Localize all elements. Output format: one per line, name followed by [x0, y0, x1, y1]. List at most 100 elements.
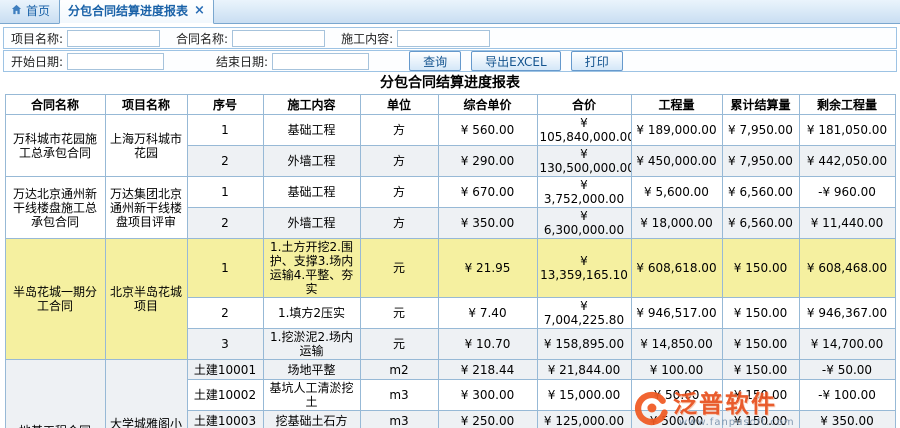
quantity-cell: ¥ 946,517.00: [631, 298, 722, 329]
report-table: 合同名称 项目名称 序号 施工内容 单位 综合单价 合价 工程量 累计结算量 剩…: [5, 94, 896, 428]
content-cell: 1.填方2压实: [263, 298, 360, 329]
contract-name-label: 合同名称:: [176, 30, 228, 47]
end-date-input[interactable]: [272, 53, 369, 70]
table-row[interactable]: 万达北京通州新干线楼盘施工总承包合同 万达集团北京通州新干线楼盘项目评审 1 基…: [5, 177, 895, 208]
table-row-selected[interactable]: 半岛花城一期分工合同 北京半岛花城项目 1 1.土方开挖2.围护、支撑3.场内运…: [5, 239, 895, 298]
quantity-cell: ¥ 18,000.00: [631, 208, 722, 239]
col-unit-price: 综合单价: [438, 95, 537, 115]
remaining-cell: ¥ 14,700.00: [799, 329, 895, 360]
seq-cell: 2: [187, 298, 263, 329]
unit-price-cell: ¥ 560.00: [438, 115, 537, 146]
settled-cell: ¥ 150.00: [722, 380, 799, 411]
quantity-cell: ¥ 189,000.00: [631, 115, 722, 146]
total-cell: ¥ 13,359,165.10: [537, 239, 631, 298]
unit-cell: 元: [360, 329, 438, 360]
project-cell: 上海万科城市花园: [105, 115, 187, 177]
project-cell: 大学城雅阁小区: [105, 360, 187, 428]
contract-cell: 地基工程合同: [5, 360, 105, 428]
unit-cell: m3: [360, 411, 438, 428]
seq-cell: 3: [187, 329, 263, 360]
remaining-cell: ¥ 608,468.00: [799, 239, 895, 298]
quantity-cell: ¥ 450,000.00: [631, 146, 722, 177]
total-cell: ¥ 130,500,000.00: [537, 146, 631, 177]
col-quantity: 工程量: [631, 95, 722, 115]
tab-report[interactable]: 分包合同结算进度报表 ×: [59, 0, 214, 24]
remaining-cell: ¥ 11,440.00: [799, 208, 895, 239]
unit-price-cell: ¥ 21.95: [438, 239, 537, 298]
col-settled: 累计结算量: [722, 95, 799, 115]
project-name-input[interactable]: [67, 30, 160, 47]
total-cell: ¥ 7,004,225.80: [537, 298, 631, 329]
end-date-label: 结束日期:: [216, 53, 268, 70]
total-cell: ¥ 3,752,000.00: [537, 177, 631, 208]
quantity-cell: ¥ 14,850.00: [631, 329, 722, 360]
table-row[interactable]: 地基工程合同 大学城雅阁小区 土建10001 场地平整 m2 ¥ 218.44 …: [5, 360, 895, 380]
unit-cell: m2: [360, 360, 438, 380]
unit-cell: 方: [360, 115, 438, 146]
print-button[interactable]: 打印: [571, 51, 623, 71]
content-panel: 项目名称: 合同名称: 施工内容: 开始日期: 结束日期: 查询: [0, 24, 900, 428]
unit-cell: 元: [360, 298, 438, 329]
seq-cell: 1: [187, 177, 263, 208]
tab-home[interactable]: 首页: [5, 0, 59, 23]
construction-content-label: 施工内容:: [341, 30, 393, 47]
seq-cell: 2: [187, 208, 263, 239]
filter-row-1: 项目名称: 合同名称: 施工内容:: [3, 27, 897, 49]
project-name-label: 项目名称:: [11, 30, 63, 47]
tab-home-label: 首页: [26, 2, 50, 19]
contract-cell: 万达北京通州新干线楼盘施工总承包合同: [5, 177, 105, 239]
content-cell: 基础工程: [263, 115, 360, 146]
content-cell: 外墙工程: [263, 208, 360, 239]
seq-cell: 土建10002: [187, 380, 263, 411]
settled-cell: ¥ 6,560.00: [722, 177, 799, 208]
close-icon[interactable]: ×: [194, 5, 205, 17]
tab-report-label: 分包合同结算进度报表: [68, 2, 188, 19]
contract-name-input[interactable]: [232, 30, 325, 47]
query-button[interactable]: 查询: [409, 51, 461, 71]
col-total: 合价: [537, 95, 631, 115]
remaining-cell: -¥ 960.00: [799, 177, 895, 208]
start-date-input[interactable]: [67, 53, 164, 70]
app-window: 首页 分包合同结算进度报表 × 项目名称: 合同名称: 施工内容: 开始日期:: [0, 0, 900, 428]
construction-content-input[interactable]: [397, 30, 490, 47]
settled-cell: ¥ 150.00: [722, 329, 799, 360]
filter-buttons: 查询 导出EXCEL 打印: [409, 51, 623, 71]
construction-content-field: 施工内容:: [341, 30, 490, 47]
seq-cell: 1: [187, 239, 263, 298]
tab-bar: 首页 分包合同结算进度报表 ×: [0, 0, 900, 24]
content-cell: 挖基础土石方: [263, 411, 360, 428]
total-cell: ¥ 158,895.00: [537, 329, 631, 360]
total-cell: ¥ 6,300,000.00: [537, 208, 631, 239]
unit-price-cell: ¥ 10.70: [438, 329, 537, 360]
total-cell: ¥ 21,844.00: [537, 360, 631, 380]
content-cell: 场地平整: [263, 360, 360, 380]
project-cell: 北京半岛花城项目: [105, 239, 187, 360]
remaining-cell: -¥ 100.00: [799, 380, 895, 411]
start-date-field: 开始日期:: [11, 53, 164, 70]
content-cell: 1.土方开挖2.围护、支撑3.场内运输4.平整、夯实: [263, 239, 360, 298]
seq-cell: 2: [187, 146, 263, 177]
settled-cell: ¥ 150.00: [722, 239, 799, 298]
export-excel-button[interactable]: 导出EXCEL: [471, 51, 561, 71]
unit-price-cell: ¥ 218.44: [438, 360, 537, 380]
col-content: 施工内容: [263, 95, 360, 115]
content-cell: 外墙工程: [263, 146, 360, 177]
quantity-cell: ¥ 608,618.00: [631, 239, 722, 298]
table-row[interactable]: 万科城市花园施工总承包合同 上海万科城市花园 1 基础工程 方 ¥ 560.00…: [5, 115, 895, 146]
unit-price-cell: ¥ 7.40: [438, 298, 537, 329]
report-title: 分包合同结算进度报表: [0, 73, 900, 93]
home-icon: [11, 4, 22, 18]
col-unit: 单位: [360, 95, 438, 115]
quantity-cell: ¥ 50.00: [631, 380, 722, 411]
quantity-cell: ¥ 500.00: [631, 411, 722, 428]
seq-cell: 1: [187, 115, 263, 146]
col-contract: 合同名称: [5, 95, 105, 115]
unit-cell: 方: [360, 208, 438, 239]
col-remaining: 剩余工程量: [799, 95, 895, 115]
col-seq: 序号: [187, 95, 263, 115]
contract-cell: 半岛花城一期分工合同: [5, 239, 105, 360]
settled-cell: ¥ 150.00: [722, 411, 799, 428]
filter-row-2: 开始日期: 结束日期: 查询 导出EXCEL 打印: [3, 50, 897, 72]
quantity-cell: ¥ 5,600.00: [631, 177, 722, 208]
remaining-cell: ¥ 181,050.00: [799, 115, 895, 146]
